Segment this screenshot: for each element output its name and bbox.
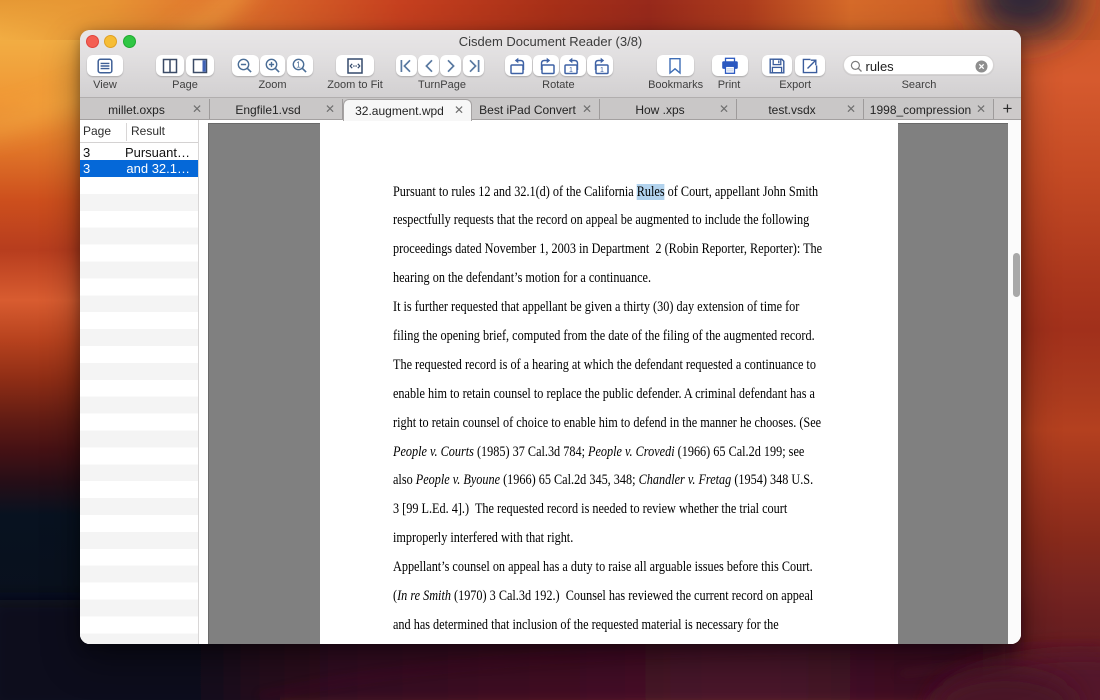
svg-text:1: 1 <box>600 66 604 73</box>
svg-text:1: 1 <box>569 66 573 73</box>
svg-text:1: 1 <box>296 60 301 69</box>
